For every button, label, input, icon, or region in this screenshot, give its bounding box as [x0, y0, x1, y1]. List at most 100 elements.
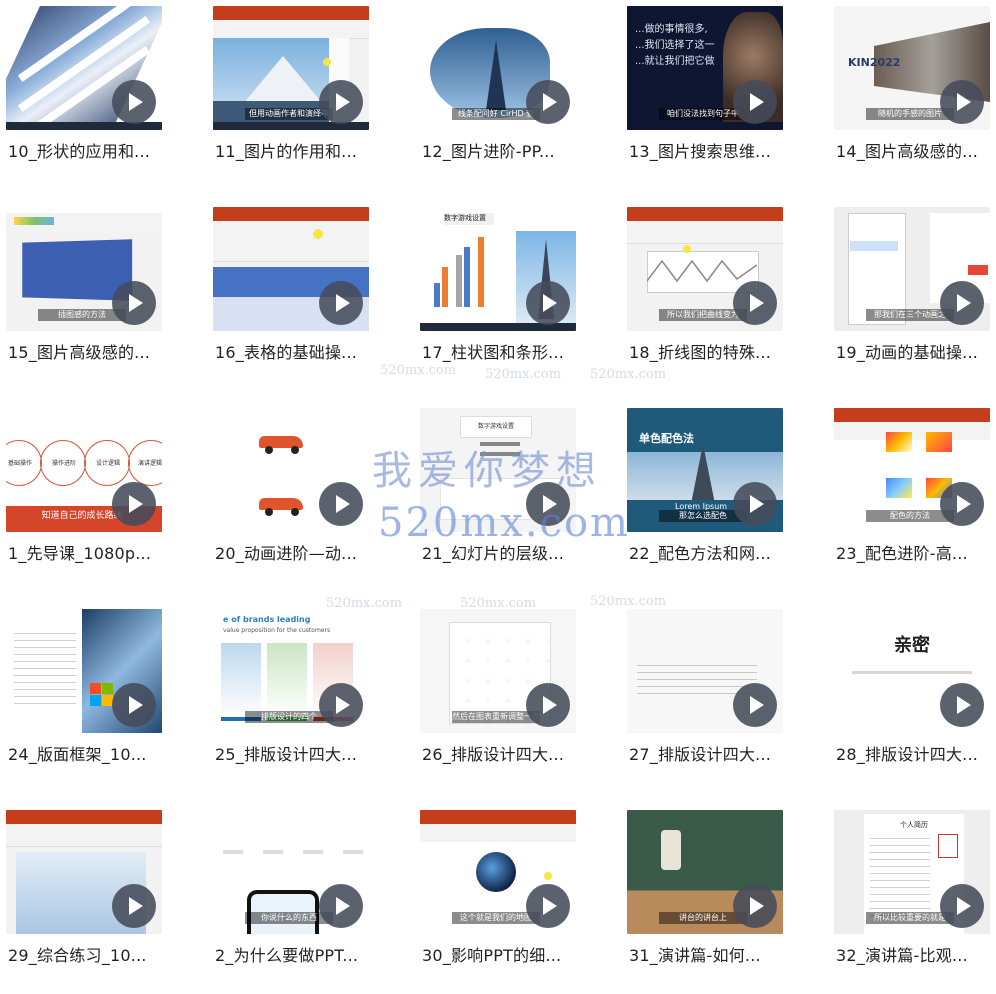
video-title[interactable]: 24_版面框架_10...	[8, 741, 168, 765]
video-title[interactable]: 21_幻灯片的层级...	[422, 540, 582, 564]
play-icon[interactable]	[940, 281, 984, 325]
video-tile[interactable]: 那我们在三个动画之 19_动画的基础操...	[828, 201, 996, 391]
video-thumbnail[interactable]	[6, 810, 162, 934]
video-thumbnail[interactable]: 但用动画作者和演绎中	[213, 6, 369, 130]
video-title[interactable]: 29_综合练习_10...	[8, 942, 168, 966]
play-icon[interactable]	[733, 884, 777, 928]
video-title[interactable]: 15_图片高级感的...	[8, 339, 168, 363]
video-thumbnail[interactable]: 配色的方法	[834, 408, 990, 532]
play-icon[interactable]	[319, 683, 363, 727]
video-tile[interactable]: 个人简历 所以比较重要的就是 32_演讲篇-比观...	[828, 804, 996, 994]
video-thumbnail[interactable]: 你说什么的东西	[213, 810, 369, 934]
video-thumbnail[interactable]: 所以我们把曲线变为	[627, 207, 783, 331]
video-thumbnail[interactable]: 基础操作 操作进阶 设计逻辑 演讲逻辑 知道自己的成长路线	[6, 408, 162, 532]
play-icon[interactable]	[940, 80, 984, 124]
video-tile[interactable]: 27_排版设计四大...	[621, 603, 791, 793]
video-title[interactable]: 17_柱状图和条形...	[422, 339, 582, 363]
video-tile[interactable]: 16_表格的基础操...	[207, 201, 377, 391]
video-tile[interactable]: 单色配色法 Lorem Ipsum 那怎么选配色 22_配色方法和网...	[621, 402, 791, 592]
play-icon[interactable]	[112, 482, 156, 526]
play-icon[interactable]	[526, 482, 570, 526]
video-tile[interactable]: e of brands leading value proposition fo…	[207, 603, 377, 793]
video-title[interactable]: 19_动画的基础操...	[836, 339, 996, 363]
video-thumbnail[interactable]: ...做的事情很多, ...我们选择了这一 ...就让我们把它做 咱们没法找到句子中	[627, 6, 783, 130]
play-icon[interactable]	[319, 80, 363, 124]
play-icon[interactable]	[319, 884, 363, 928]
video-thumbnail[interactable]: e of brands leading value proposition fo…	[213, 609, 369, 733]
video-tile[interactable]: 基础操作 操作进阶 设计逻辑 演讲逻辑 知道自己的成长路线 1_先导课_1080…	[0, 402, 170, 592]
video-title[interactable]: 20_动画进阶—动...	[215, 540, 375, 564]
video-thumbnail[interactable]	[627, 609, 783, 733]
video-tile[interactable]: ...做的事情很多, ...我们选择了这一 ...就让我们把它做 咱们没法找到句子中…	[621, 0, 791, 190]
play-icon[interactable]	[940, 482, 984, 526]
play-icon[interactable]	[112, 80, 156, 124]
video-tile[interactable]: 24_版面框架_10...	[0, 603, 170, 793]
video-thumbnail[interactable]	[6, 6, 162, 130]
play-icon[interactable]	[526, 281, 570, 325]
video-thumbnail[interactable]: 线条配问好 CirHD 查	[420, 6, 576, 130]
video-tile[interactable]: 所以我们把曲线变为 18_折线图的特殊...	[621, 201, 791, 391]
video-title[interactable]: 13_图片搜索思维...	[629, 138, 789, 162]
video-title[interactable]: 25_排版设计四大...	[215, 741, 375, 765]
play-icon[interactable]	[112, 281, 156, 325]
video-thumbnail[interactable]: 讲台的讲台上	[627, 810, 783, 934]
video-thumbnail[interactable]: 亲密	[834, 609, 990, 733]
play-icon[interactable]	[112, 884, 156, 928]
video-title[interactable]: 2_为什么要做PPT...	[215, 942, 375, 966]
video-tile[interactable]: KIN2022 随机的手感的图片 14_图片高级感的...	[828, 0, 996, 190]
video-title[interactable]: 12_图片进阶-PP...	[422, 138, 582, 162]
play-icon[interactable]	[526, 80, 570, 124]
play-icon[interactable]	[940, 884, 984, 928]
video-title[interactable]: 18_折线图的特殊...	[629, 339, 789, 363]
video-thumbnail[interactable]: 数字游戏设置	[420, 408, 576, 532]
video-title[interactable]: 11_图片的作用和...	[215, 138, 375, 162]
video-tile[interactable]: 亲密 28_排版设计四大...	[828, 603, 996, 793]
play-icon[interactable]	[112, 683, 156, 727]
video-title[interactable]: 1_先导课_1080p...	[8, 540, 168, 564]
video-tile[interactable]: 数字游戏设置 21_幻灯片的层级...	[414, 402, 584, 592]
video-thumbnail[interactable]: 插图感的方法	[6, 207, 162, 331]
video-thumbnail[interactable]: 这个就是我们的地图	[420, 810, 576, 934]
video-thumbnail[interactable]: KIN2022 随机的手感的图片	[834, 6, 990, 130]
video-thumbnail[interactable]: 然后在图表重新调整一次	[420, 609, 576, 733]
video-thumbnail[interactable]	[213, 207, 369, 331]
play-icon[interactable]	[733, 80, 777, 124]
video-title[interactable]: 22_配色方法和网...	[629, 540, 789, 564]
video-tile[interactable]: 讲台的讲台上 31_演讲篇-如何...	[621, 804, 791, 994]
video-tile[interactable]: 29_综合练习_10...	[0, 804, 170, 994]
video-tile[interactable]: 20_动画进阶—动...	[207, 402, 377, 592]
video-title[interactable]: 28_排版设计四大...	[836, 741, 996, 765]
video-tile[interactable]: 插图感的方法 15_图片高级感的...	[0, 201, 170, 391]
video-tile[interactable]: 配色的方法 23_配色进阶-高...	[828, 402, 996, 592]
play-icon[interactable]	[319, 482, 363, 526]
video-tile[interactable]: 你说什么的东西 2_为什么要做PPT...	[207, 804, 377, 994]
video-tile[interactable]: 这个就是我们的地图 30_影响PPT的细...	[414, 804, 584, 994]
video-thumbnail[interactable]: 数字游戏设置	[420, 207, 576, 331]
video-thumbnail[interactable]: 那我们在三个动画之	[834, 207, 990, 331]
video-title[interactable]: 27_排版设计四大...	[629, 741, 789, 765]
video-title[interactable]: 16_表格的基础操...	[215, 339, 375, 363]
video-thumbnail[interactable]	[6, 609, 162, 733]
video-title[interactable]: 23_配色进阶-高...	[836, 540, 996, 564]
play-icon[interactable]	[733, 281, 777, 325]
video-title[interactable]: 31_演讲篇-如何...	[629, 942, 789, 966]
video-title[interactable]: 10_形状的应用和...	[8, 138, 168, 162]
video-tile[interactable]: 然后在图表重新调整一次 26_排版设计四大...	[414, 603, 584, 793]
video-thumbnail[interactable]: 单色配色法 Lorem Ipsum 那怎么选配色	[627, 408, 783, 532]
play-icon[interactable]	[733, 482, 777, 526]
video-thumbnail[interactable]	[213, 408, 369, 532]
video-tile[interactable]: 但用动画作者和演绎中 11_图片的作用和...	[207, 0, 377, 190]
video-title[interactable]: 14_图片高级感的...	[836, 138, 996, 162]
video-title[interactable]: 30_影响PPT的细...	[422, 942, 582, 966]
play-icon[interactable]	[526, 683, 570, 727]
play-icon[interactable]	[526, 884, 570, 928]
play-icon[interactable]	[940, 683, 984, 727]
video-title[interactable]: 32_演讲篇-比观...	[836, 942, 996, 966]
video-tile[interactable]: 线条配问好 CirHD 查 12_图片进阶-PP...	[414, 0, 584, 190]
video-thumbnail[interactable]: 个人简历 所以比较重要的就是	[834, 810, 990, 934]
play-icon[interactable]	[319, 281, 363, 325]
video-title[interactable]: 26_排版设计四大...	[422, 741, 582, 765]
video-tile[interactable]: 数字游戏设置 17_柱状图和条形...	[414, 201, 584, 391]
video-tile[interactable]: 10_形状的应用和...	[0, 0, 170, 190]
play-icon[interactable]	[733, 683, 777, 727]
